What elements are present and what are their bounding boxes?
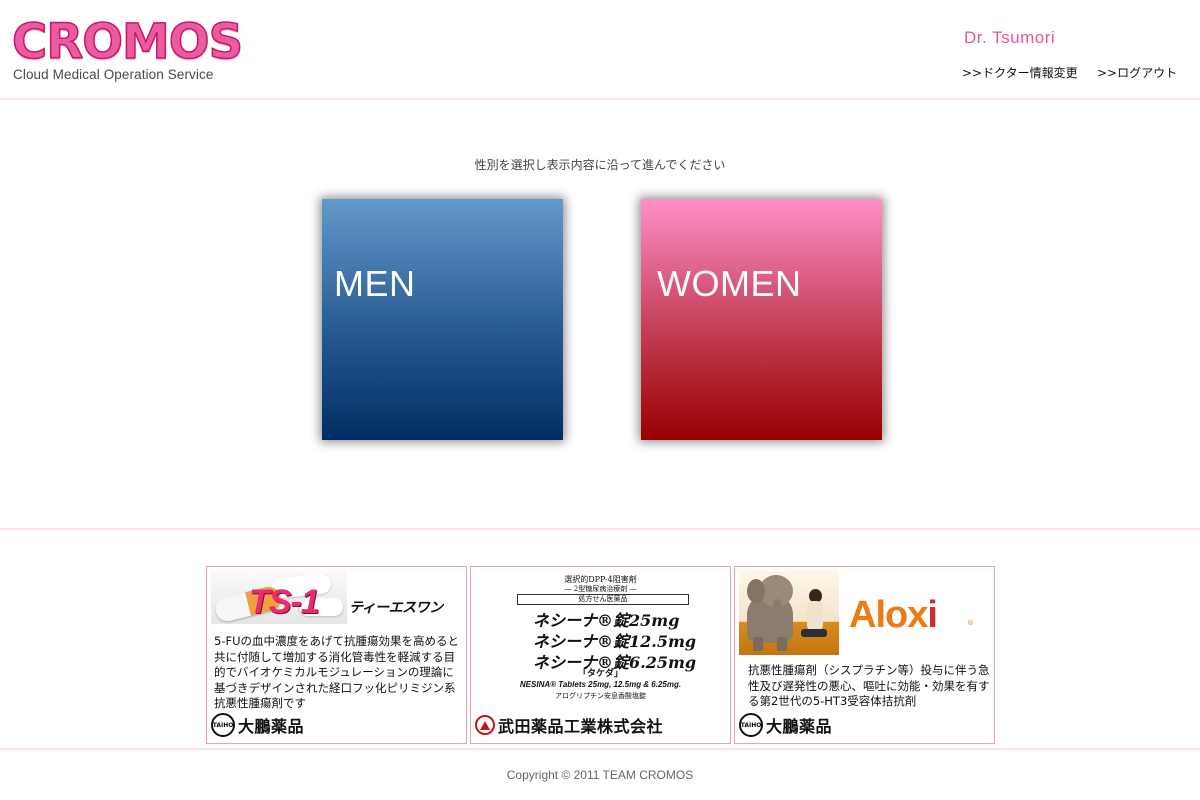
men-button[interactable]: MEN — [322, 199, 563, 440]
nesina-takeda: 「タケダ」 — [577, 669, 623, 679]
ts1-product-logo: TS-1 — [249, 583, 320, 621]
women-label: WOMEN — [657, 263, 802, 304]
nesina-generic-name: アログリプチン安息香酸塩錠 — [555, 692, 646, 700]
aloxi-product-logo: Aloxi — [849, 594, 938, 636]
aloxi-description: 抗悪性腫瘍剤（シスプラチン等）投与に伴う急性及び遅発性の悪心、嘔吐に効能・効果を… — [748, 663, 990, 708]
ts1-product-kana: ティーエスワン — [349, 600, 443, 616]
section-divider — [0, 528, 1200, 530]
nesina-rx-note: 処方せん医薬品 — [517, 594, 689, 605]
header: CROMOS Cloud Medical Operation Service D… — [0, 0, 1200, 100]
takeda-logo: 武田薬品工業株式会社 — [475, 713, 663, 737]
company-name: 武田薬品工業株式会社 — [498, 717, 664, 736]
elephant-photo — [739, 571, 839, 655]
logo-wordmark: CROMOS — [11, 14, 244, 70]
aloxi-ad-banner[interactable]: Aloxi ® 抗悪性腫瘍剤（シスプラチン等）投与に伴う急性及び遅発性の悪心、嘔… — [734, 566, 995, 744]
cromos-logo[interactable]: CROMOS Cloud Medical Operation Service — [11, 15, 244, 86]
taiho-mark-icon: TAIHO — [211, 713, 235, 737]
takeda-mark-icon — [475, 715, 495, 735]
gender-instruction: 性別を選択し表示内容に沿って進んでください — [474, 158, 726, 172]
women-button[interactable]: WOMEN — [641, 199, 882, 440]
taiho-logo: TAIHO 大鵬薬品 — [211, 713, 304, 737]
nesina-tablets: NESINA® Tablets 25mg, 12.5mg & 6.25mg. — [519, 680, 682, 689]
company-name: 大鵬薬品 — [238, 717, 305, 736]
edit-doctor-info-link[interactable]: >>ドクター情報変更 — [962, 64, 1078, 81]
ts1-ad-banner[interactable]: TS-1 ティーエスワン 5-FUの血中濃度をあげて抗腫瘍効果を高めると共に付随… — [206, 566, 467, 744]
doctor-name: Dr. Tsumori — [964, 28, 1056, 47]
company-name: 大鵬薬品 — [766, 717, 833, 736]
taiho-mark-icon: TAIHO — [739, 713, 763, 737]
nesina-ad-banner[interactable]: 選択的DPP-4阻害剤 ― 2型糖尿病治療剤 ― 処方せん医薬品 ネシーナ®錠2… — [470, 566, 731, 744]
taiho-logo: TAIHO 大鵬薬品 — [739, 713, 832, 737]
footer-divider — [0, 748, 1200, 750]
men-label: MEN — [334, 263, 416, 304]
logo-subtitle: Cloud Medical Operation Service — [13, 67, 214, 82]
aloxi-registered-mark: ® — [967, 619, 974, 627]
nesina-indication: ― 2型糖尿病治療剤 ― — [564, 585, 637, 593]
ts1-description: 5-FUの血中濃度をあげて抗腫瘍効果を高めると共に付随して増加する消化管毒性を軽… — [214, 634, 459, 710]
logout-link[interactable]: >>ログアウト — [1097, 64, 1177, 81]
copyright: Copyright © 2011 TEAM CROMOS — [506, 768, 694, 782]
